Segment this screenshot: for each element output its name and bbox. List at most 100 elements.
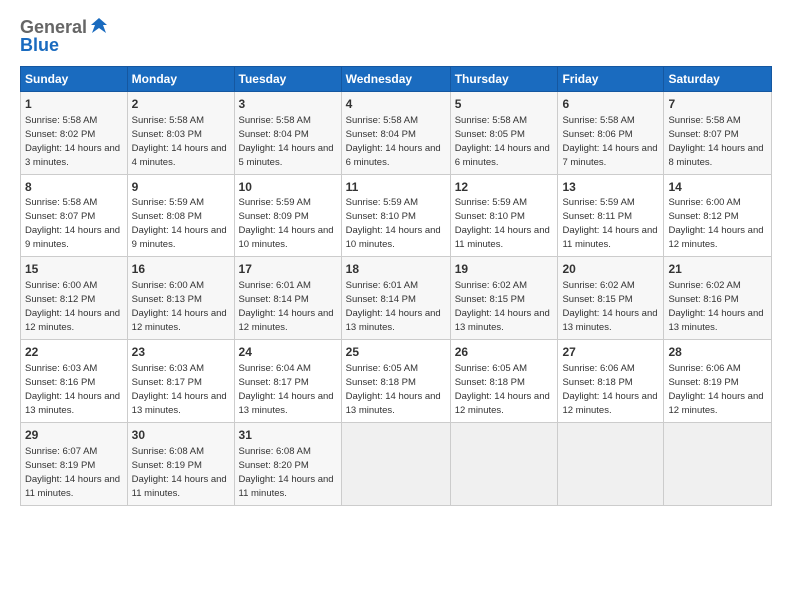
weekday-header-monday: Monday [127,66,234,91]
calendar-cell: 24 Sunrise: 6:04 AMSunset: 8:17 PMDaylig… [234,340,341,423]
day-info: Sunrise: 6:08 AMSunset: 8:19 PMDaylight:… [132,446,227,499]
weekday-header-sunday: Sunday [21,66,128,91]
day-info: Sunrise: 6:01 AMSunset: 8:14 PMDaylight:… [346,280,441,333]
calendar-cell: 17 Sunrise: 6:01 AMSunset: 8:14 PMDaylig… [234,257,341,340]
day-info: Sunrise: 5:59 AMSunset: 8:10 PMDaylight:… [455,197,550,250]
day-info: Sunrise: 5:58 AMSunset: 8:06 PMDaylight:… [562,115,657,168]
day-info: Sunrise: 5:59 AMSunset: 8:08 PMDaylight:… [132,197,227,250]
weekday-header-saturday: Saturday [664,66,772,91]
day-number: 17 [239,261,337,278]
calendar-week-row: 29 Sunrise: 6:07 AMSunset: 8:19 PMDaylig… [21,422,772,505]
logo-wordmark: General Blue [20,16,109,56]
day-number: 3 [239,96,337,113]
calendar-cell: 25 Sunrise: 6:05 AMSunset: 8:18 PMDaylig… [341,340,450,423]
page: General Blue SundayMondayTuesdayWednesda… [0,0,792,612]
day-number: 31 [239,427,337,444]
day-number: 6 [562,96,659,113]
day-number: 28 [668,344,767,361]
logo-blue-text: Blue [20,36,109,56]
day-info: Sunrise: 6:00 AMSunset: 8:13 PMDaylight:… [132,280,227,333]
day-info: Sunrise: 6:05 AMSunset: 8:18 PMDaylight:… [346,363,441,416]
calendar-cell [558,422,664,505]
calendar-cell: 8 Sunrise: 5:58 AMSunset: 8:07 PMDayligh… [21,174,128,257]
day-info: Sunrise: 5:58 AMSunset: 8:07 PMDaylight:… [25,197,120,250]
day-info: Sunrise: 6:01 AMSunset: 8:14 PMDaylight:… [239,280,334,333]
day-info: Sunrise: 5:58 AMSunset: 8:04 PMDaylight:… [239,115,334,168]
weekday-header-tuesday: Tuesday [234,66,341,91]
calendar-cell: 30 Sunrise: 6:08 AMSunset: 8:19 PMDaylig… [127,422,234,505]
day-info: Sunrise: 5:59 AMSunset: 8:10 PMDaylight:… [346,197,441,250]
calendar-cell: 11 Sunrise: 5:59 AMSunset: 8:10 PMDaylig… [341,174,450,257]
day-number: 1 [25,96,123,113]
calendar-cell: 19 Sunrise: 6:02 AMSunset: 8:15 PMDaylig… [450,257,558,340]
day-number: 20 [562,261,659,278]
calendar-week-row: 1 Sunrise: 5:58 AMSunset: 8:02 PMDayligh… [21,91,772,174]
day-info: Sunrise: 5:58 AMSunset: 8:04 PMDaylight:… [346,115,441,168]
day-info: Sunrise: 5:59 AMSunset: 8:09 PMDaylight:… [239,197,334,250]
day-info: Sunrise: 6:03 AMSunset: 8:16 PMDaylight:… [25,363,120,416]
day-info: Sunrise: 6:04 AMSunset: 8:17 PMDaylight:… [239,363,334,416]
day-info: Sunrise: 6:00 AMSunset: 8:12 PMDaylight:… [25,280,120,333]
calendar-cell: 31 Sunrise: 6:08 AMSunset: 8:20 PMDaylig… [234,422,341,505]
day-number: 11 [346,179,446,196]
calendar-cell: 18 Sunrise: 6:01 AMSunset: 8:14 PMDaylig… [341,257,450,340]
day-number: 12 [455,179,554,196]
day-info: Sunrise: 6:02 AMSunset: 8:15 PMDaylight:… [562,280,657,333]
calendar-week-row: 8 Sunrise: 5:58 AMSunset: 8:07 PMDayligh… [21,174,772,257]
calendar-week-row: 22 Sunrise: 6:03 AMSunset: 8:16 PMDaylig… [21,340,772,423]
day-number: 19 [455,261,554,278]
day-number: 13 [562,179,659,196]
calendar-cell: 28 Sunrise: 6:06 AMSunset: 8:19 PMDaylig… [664,340,772,423]
calendar-cell: 29 Sunrise: 6:07 AMSunset: 8:19 PMDaylig… [21,422,128,505]
calendar-cell: 9 Sunrise: 5:59 AMSunset: 8:08 PMDayligh… [127,174,234,257]
day-number: 22 [25,344,123,361]
day-number: 24 [239,344,337,361]
calendar-cell: 1 Sunrise: 5:58 AMSunset: 8:02 PMDayligh… [21,91,128,174]
weekday-header-row: SundayMondayTuesdayWednesdayThursdayFrid… [21,66,772,91]
day-info: Sunrise: 6:08 AMSunset: 8:20 PMDaylight:… [239,446,334,499]
day-number: 27 [562,344,659,361]
calendar-cell: 14 Sunrise: 6:00 AMSunset: 8:12 PMDaylig… [664,174,772,257]
day-number: 14 [668,179,767,196]
calendar-table: SundayMondayTuesdayWednesdayThursdayFrid… [20,66,772,506]
day-info: Sunrise: 6:02 AMSunset: 8:15 PMDaylight:… [455,280,550,333]
weekday-header-friday: Friday [558,66,664,91]
day-number: 25 [346,344,446,361]
calendar-cell: 20 Sunrise: 6:02 AMSunset: 8:15 PMDaylig… [558,257,664,340]
calendar-cell [450,422,558,505]
day-number: 26 [455,344,554,361]
day-info: Sunrise: 5:58 AMSunset: 8:02 PMDaylight:… [25,115,120,168]
day-info: Sunrise: 5:58 AMSunset: 8:05 PMDaylight:… [455,115,550,168]
calendar-cell: 4 Sunrise: 5:58 AMSunset: 8:04 PMDayligh… [341,91,450,174]
day-number: 10 [239,179,337,196]
day-number: 23 [132,344,230,361]
logo-bird-icon [89,16,109,36]
calendar-cell: 6 Sunrise: 5:58 AMSunset: 8:06 PMDayligh… [558,91,664,174]
calendar-cell: 22 Sunrise: 6:03 AMSunset: 8:16 PMDaylig… [21,340,128,423]
day-number: 5 [455,96,554,113]
day-number: 21 [668,261,767,278]
calendar-cell: 13 Sunrise: 5:59 AMSunset: 8:11 PMDaylig… [558,174,664,257]
day-info: Sunrise: 6:03 AMSunset: 8:17 PMDaylight:… [132,363,227,416]
header: General Blue [20,16,772,56]
day-info: Sunrise: 6:07 AMSunset: 8:19 PMDaylight:… [25,446,120,499]
day-info: Sunrise: 6:02 AMSunset: 8:16 PMDaylight:… [668,280,763,333]
calendar-cell: 12 Sunrise: 5:59 AMSunset: 8:10 PMDaylig… [450,174,558,257]
day-number: 7 [668,96,767,113]
day-info: Sunrise: 5:58 AMSunset: 8:03 PMDaylight:… [132,115,227,168]
day-number: 8 [25,179,123,196]
weekday-header-wednesday: Wednesday [341,66,450,91]
calendar-cell: 7 Sunrise: 5:58 AMSunset: 8:07 PMDayligh… [664,91,772,174]
day-info: Sunrise: 6:06 AMSunset: 8:19 PMDaylight:… [668,363,763,416]
calendar-cell: 5 Sunrise: 5:58 AMSunset: 8:05 PMDayligh… [450,91,558,174]
calendar-cell: 27 Sunrise: 6:06 AMSunset: 8:18 PMDaylig… [558,340,664,423]
calendar-cell: 16 Sunrise: 6:00 AMSunset: 8:13 PMDaylig… [127,257,234,340]
day-number: 29 [25,427,123,444]
day-number: 30 [132,427,230,444]
day-number: 15 [25,261,123,278]
day-info: Sunrise: 6:00 AMSunset: 8:12 PMDaylight:… [668,197,763,250]
calendar-cell: 2 Sunrise: 5:58 AMSunset: 8:03 PMDayligh… [127,91,234,174]
day-number: 18 [346,261,446,278]
day-info: Sunrise: 6:06 AMSunset: 8:18 PMDaylight:… [562,363,657,416]
day-number: 16 [132,261,230,278]
